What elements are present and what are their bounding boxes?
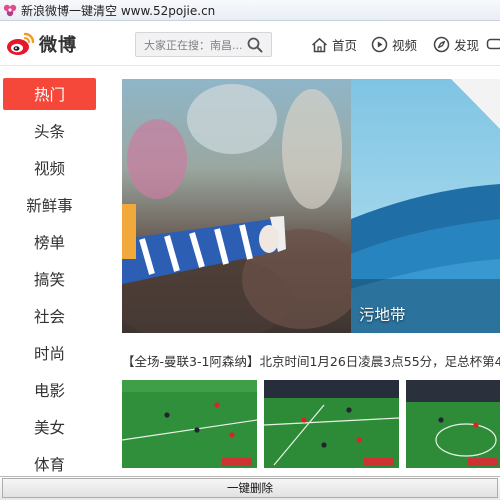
nav-discover-label: 发现 [454,38,480,53]
nav-discover[interactable]: 发现 [433,35,479,54]
sidebar-item-label: 社会 [33,308,65,326]
sidebar-item-video[interactable]: 视频 [3,152,96,184]
headline-tag: 【全场-曼联3-1阿森纳】 [122,354,260,369]
match-thumbnail[interactable] [264,380,399,468]
match-thumbnail[interactable] [122,380,257,468]
one-click-delete-button[interactable]: 一键删除 [2,478,498,498]
match-thumbnail[interactable] [406,380,500,468]
nav-home[interactable]: 首页 [311,35,357,54]
sidebar-item-label: 搞笑 [33,271,65,289]
hero-carousel[interactable] [122,79,500,333]
sidebar-item-label: 时尚 [33,345,65,363]
sidebar-item-beauty[interactable]: 美女 [3,411,96,443]
search-input[interactable]: 大家正在搜：南昌... [135,32,272,57]
nav-more[interactable] [486,35,500,52]
weibo-logo[interactable]: 微博 [6,29,106,59]
weibo-logo-icon [7,32,35,55]
sidebar-item-hot[interactable]: 热门 [3,78,96,110]
sidebar-item-fresh[interactable]: 新鲜事 [3,189,96,221]
home-icon [312,37,327,52]
nav-video-label: 视频 [392,38,418,53]
window-title: 新浪微博一键清空 www.52pojie.cn [21,3,216,18]
football-fan-photo [122,79,351,333]
nav-home-label: 首页 [332,38,358,53]
compass-icon [433,36,450,53]
window-titlebar: 新浪微博一键清空 www.52pojie.cn [0,0,500,21]
logo-text: 微博 [39,35,77,56]
sidebar-item-label: 电影 [33,382,65,400]
hero-caption[interactable]: 污地带 [359,303,406,325]
sidebar-item-fashion[interactable]: 时尚 [3,337,96,369]
sidebar-item-label: 美女 [33,419,65,437]
sidebar-item-label: 新鲜事 [26,197,73,215]
video-play-icon [371,36,388,53]
sidebar-item-label: 榜单 [33,234,65,252]
headline-text: 北京时间1月26日凌晨3点55分，足总杯第4轮， [259,354,500,369]
game-icon [486,38,500,50]
bottom-action-bar: 一键删除 [0,476,500,500]
sidebar-item-headlines[interactable]: 头条 [3,115,96,147]
news-headline[interactable]: 【全场-曼联3-1阿森纳】北京时间1月26日凌晨3点55分，足总杯第4轮， [122,351,500,369]
sea-photo [351,79,500,333]
sidebar-item-movies[interactable]: 电影 [3,374,96,406]
weibo-header: 微博 大家正在搜：南昌... 首页 视频 发现 [0,22,500,66]
sidebar-item-society[interactable]: 社会 [3,300,96,332]
app-icon [3,3,17,17]
sidebar-item-label: 体育 [33,456,65,474]
search-icon[interactable] [247,37,263,53]
sidebar-item-label: 头条 [33,123,65,141]
nav-video[interactable]: 视频 [371,35,417,54]
sidebar-item-label: 视频 [33,160,65,178]
sidebar-item-label: 热门 [33,86,65,104]
search-placeholder: 大家正在搜：南昌... [144,38,243,52]
sidebar-item-funny[interactable]: 搞笑 [3,263,96,295]
sidebar-item-rankings[interactable]: 榜单 [3,226,96,258]
